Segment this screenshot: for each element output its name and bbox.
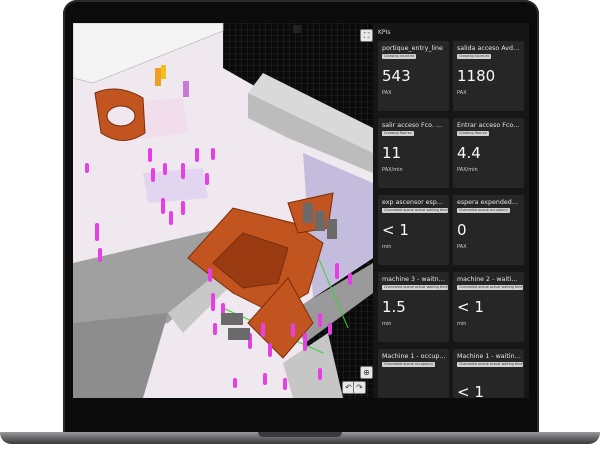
kpi-card-title: machine 3 - waitng ti... [382,276,446,283]
kpi-card-title: Machine 1 - occupancy [382,353,446,360]
kpi-card-title: salir acceso Fco. Soto [382,122,446,129]
kpi-card-salir-acceso[interactable]: salir acceso Fco. Soto Crossing flow ex … [378,118,449,188]
expand-icon[interactable]: ⛶ [360,29,373,42]
kpi-card-value: < 1 [457,383,484,398]
kpi-card-badge: Channeled queue actual waiting time [382,285,448,290]
station-3d-scene[interactable] [73,23,373,398]
kpi-card-badge: Crossing count ex [457,54,492,59]
kpi-card-value: 4.4 [457,144,481,162]
kpi-card-value: 1180 [457,67,496,85]
kpi-card-badge: Channeled queue occupancy [457,208,511,213]
kpi-card-badge: Crossing count ex [382,54,417,59]
kpi-card-title: machine 2 - waiting ti... [457,276,521,283]
kpi-card-machine-2[interactable]: machine 2 - waiting ti... Channeled queu… [453,272,524,342]
simulation-viewport[interactable]: ⛶ ↶ ↷ ⊕ [73,23,373,398]
kpi-card-title: portique_entry_line [382,45,443,52]
kpi-card-unit: PAX/min [382,167,403,173]
kpi-card-value: 1.5 [382,298,406,316]
kpi-card-entrar-acceso[interactable]: Entrar acceso Fco. S... Crossing flow ex… [453,118,524,188]
kpi-card-unit: PAX/min [457,167,478,173]
kpi-card-machine-3[interactable]: machine 3 - waitng ti... Channeled queue… [378,272,449,342]
kpi-card-value: < 1 [457,298,484,316]
kpi-card-badge: Channeled queue actual waiting time [457,285,523,290]
kpi-card-machine-1-occupancy[interactable]: Machine 1 - occupancy Channeled queue oc… [378,349,449,398]
kpi-card-title: salida acceso Avda. ... [457,45,521,52]
kpi-card-badge: Channeled queue actual waiting time [382,208,448,213]
kpi-card-unit: min [382,244,392,250]
redo-icon[interactable]: ↷ [353,381,366,394]
kpi-card-value: 543 [382,67,411,85]
kpi-card-unit: min [382,321,392,327]
kpi-card-value: < 1 [382,221,409,239]
kpi-card-title: exp ascensor espera [382,199,446,206]
app-screen: ⛶ ↶ ↷ ⊕ KPIs portique_entry_line Crossin… [73,23,529,398]
kpi-card-salida-acceso[interactable]: salida acceso Avda. ... Crossing count e… [453,41,524,111]
kpi-card-title: espera expendedora... [457,199,521,206]
kpi-card-title: Entrar acceso Fco. S... [457,122,521,129]
kpi-card-portique-entry-line[interactable]: portique_entry_line Crossing count ex 54… [378,41,449,111]
kpi-card-unit: PAX [457,244,467,250]
kpi-card-badge: Crossing flow ex [457,131,489,136]
kpi-card-unit: PAX [382,90,392,96]
kpi-card-title: Machine 1 - waiting ti... [457,353,521,360]
kpi-card-exp-ascensor[interactable]: exp ascensor espera Channeled queue actu… [378,195,449,265]
kpi-panel-title: KPIs [378,29,391,36]
kpi-card-unit: PAX [457,90,467,96]
kpi-card-badge: Crossing flow ex [382,131,414,136]
kpi-card-machine-1-waiting[interactable]: Machine 1 - waiting ti... Channeled queu… [453,349,524,398]
kpi-card-unit: min [457,321,467,327]
kpi-card-value: 0 [457,221,467,239]
kpi-card-badge: Channeled queue actual waiting time [457,362,523,367]
kpi-card-badge: Channeled queue occupancy [382,362,436,367]
kpi-card-value: 11 [382,144,402,162]
kpi-card-espera-expendedora[interactable]: espera expendedora... Channeled queue oc… [453,195,524,265]
zoom-icon[interactable]: ⊕ [360,366,373,379]
kpi-panel: KPIs portique_entry_line Crossing count … [373,23,529,398]
laptop-notch [258,432,342,437]
